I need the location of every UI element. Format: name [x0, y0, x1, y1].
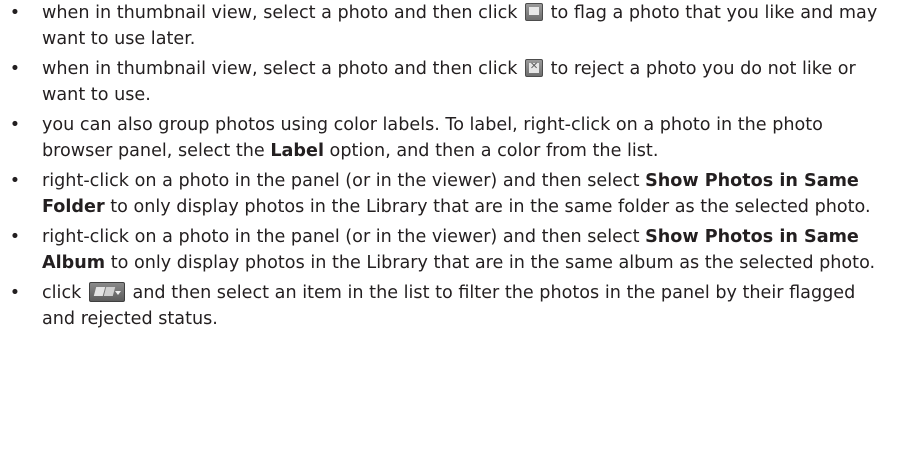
bullet-glyph: •: [9, 227, 21, 247]
item-text-after: and then select an item in the list to f…: [42, 283, 856, 329]
list-item-reject: • when in thumbnail view, select a photo…: [0, 56, 900, 108]
item-text-before: click: [42, 283, 87, 303]
item-text-before: right-click on a photo in the panel (or …: [42, 227, 646, 247]
list-item-filter: • click and then select an item in the l…: [0, 280, 900, 332]
item-text-before: when in thumbnail view, select a photo a…: [42, 3, 524, 23]
bullet-glyph: •: [9, 283, 21, 303]
bullet-list: • when in thumbnail view, select a photo…: [0, 0, 900, 332]
list-item-same-folder: • right-click on a photo in the panel (o…: [0, 168, 900, 220]
bullet-glyph: •: [9, 59, 21, 79]
item-text-after: to only display photos in the Library th…: [105, 253, 876, 273]
bullet-glyph: •: [9, 171, 21, 191]
bullet-glyph: •: [9, 3, 21, 23]
list-item-same-album: • right-click on a photo in the panel (o…: [0, 224, 900, 276]
item-text-bold: Label: [270, 141, 324, 161]
reject-icon: [525, 59, 544, 77]
item-text-before: right-click on a photo in the panel (or …: [42, 171, 646, 191]
bullet-glyph: •: [9, 115, 21, 135]
item-text-after: to only display photos in the Library th…: [104, 197, 871, 217]
flag-filter-dropdown-icon: [88, 282, 125, 302]
item-text-before: when in thumbnail view, select a photo a…: [42, 59, 524, 79]
document-page: • when in thumbnail view, select a photo…: [0, 0, 900, 473]
item-text-after: option, and then a color from the list.: [323, 141, 659, 161]
list-item-flag: • when in thumbnail view, select a photo…: [0, 0, 900, 52]
flag-icon: [525, 3, 544, 21]
list-item-color-labels: • you can also group photos using color …: [0, 112, 900, 164]
